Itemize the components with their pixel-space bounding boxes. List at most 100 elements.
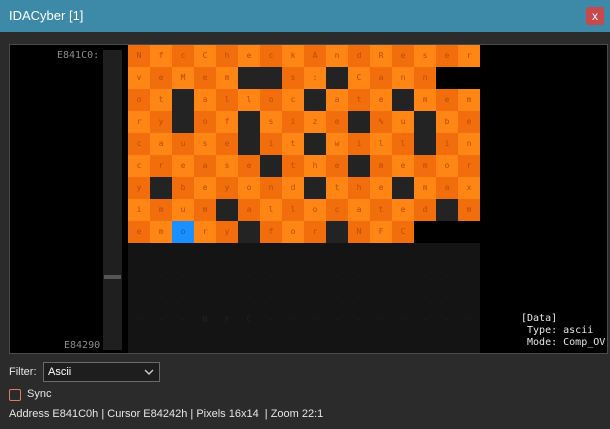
byte-cell[interactable]: l — [282, 199, 304, 221]
byte-cell[interactable] — [216, 199, 238, 221]
byte-cell[interactable]: c — [128, 133, 150, 155]
byte-cell[interactable]: m — [414, 89, 436, 111]
byte-cell[interactable]: e — [194, 67, 216, 89]
byte-cell[interactable] — [458, 67, 480, 89]
byte-cell[interactable]: t — [348, 89, 370, 111]
byte-cell-dim[interactable]: · — [370, 265, 392, 287]
byte-cell-dim[interactable]: · — [238, 287, 260, 309]
byte-cell-dim[interactable]: · — [128, 309, 150, 331]
byte-cell-dim[interactable]: · — [348, 265, 370, 287]
byte-cell[interactable]: y — [216, 177, 238, 199]
byte-cell[interactable]: e — [194, 177, 216, 199]
byte-cell[interactable]: d — [282, 177, 304, 199]
byte-cell-dim[interactable]: · — [458, 287, 480, 309]
byte-cell[interactable]: m — [370, 155, 392, 177]
byte-cell[interactable]: e — [326, 111, 348, 133]
byte-cell[interactable]: b — [172, 177, 194, 199]
filter-dropdown[interactable]: Ascii — [43, 362, 160, 382]
byte-cell-dim[interactable]: · — [282, 309, 304, 331]
byte-cell-dim[interactable]: · — [216, 265, 238, 287]
byte-cell-dim[interactable]: · — [348, 287, 370, 309]
byte-cell[interactable]: s — [260, 111, 282, 133]
byte-cell[interactable]: k — [282, 45, 304, 67]
byte-cell[interactable] — [172, 89, 194, 111]
byte-cell[interactable]: v — [128, 67, 150, 89]
byte-cell[interactable]: t — [282, 133, 304, 155]
byte-cell-dim[interactable]: · — [348, 331, 370, 353]
byte-cell-dim[interactable]: · — [304, 309, 326, 331]
byte-cell[interactable]: d — [414, 199, 436, 221]
byte-cell[interactable]: A — [304, 45, 326, 67]
byte-cell-dim[interactable]: · — [392, 243, 414, 265]
byte-cell[interactable]: e — [436, 45, 458, 67]
byte-cell-dim[interactable]: · — [370, 331, 392, 353]
byte-cell[interactable]: r — [150, 155, 172, 177]
byte-cell[interactable] — [238, 133, 260, 155]
byte-cell[interactable]: R — [370, 45, 392, 67]
byte-cell[interactable]: C — [348, 67, 370, 89]
byte-cell[interactable]: o — [128, 89, 150, 111]
byte-cell[interactable] — [414, 133, 436, 155]
byte-cell-dim[interactable]: · — [370, 243, 392, 265]
byte-cell-dim[interactable]: · — [128, 265, 150, 287]
byte-cell[interactable]: a — [370, 67, 392, 89]
byte-cell[interactable]: : — [304, 67, 326, 89]
byte-cell-dim[interactable]: · — [436, 309, 458, 331]
byte-cell[interactable]: a — [326, 89, 348, 111]
byte-cell[interactable]: u — [392, 111, 414, 133]
byte-cell-dim[interactable]: · — [458, 265, 480, 287]
byte-cell[interactable] — [238, 111, 260, 133]
byte-cell-dim[interactable]: · — [458, 309, 480, 331]
byte-cell[interactable]: a — [348, 199, 370, 221]
byte-cell[interactable]: e — [370, 89, 392, 111]
byte-cell-dim[interactable]: · — [194, 265, 216, 287]
byte-cell-dim[interactable]: · — [150, 243, 172, 265]
byte-cell[interactable]: e — [172, 155, 194, 177]
byte-cell-dim[interactable]: · — [194, 287, 216, 309]
byte-cell[interactable] — [458, 221, 480, 243]
byte-cell-dim[interactable]: · — [436, 331, 458, 353]
byte-cell[interactable]: t — [150, 89, 172, 111]
byte-cell[interactable] — [392, 177, 414, 199]
byte-cell[interactable]: M — [172, 67, 194, 89]
byte-cell[interactable]: z — [304, 111, 326, 133]
byte-cell[interactable]: o — [238, 177, 260, 199]
byte-cell[interactable]: t — [326, 177, 348, 199]
byte-cell[interactable]: l — [216, 89, 238, 111]
byte-cell-dim[interactable]: · — [216, 287, 238, 309]
byte-cell[interactable]: o — [194, 111, 216, 133]
byte-cell-dim[interactable]: · — [370, 287, 392, 309]
byte-cell-dim[interactable]: · — [392, 331, 414, 353]
close-button[interactable]: x — [586, 7, 604, 25]
byte-cell[interactable]: i — [282, 111, 304, 133]
byte-cell[interactable] — [150, 177, 172, 199]
byte-cell-dim[interactable]: · — [172, 309, 194, 331]
byte-cell[interactable]: n — [392, 67, 414, 89]
byte-cell-dim[interactable]: · — [392, 309, 414, 331]
byte-cell[interactable]: i — [260, 133, 282, 155]
byte-cell[interactable] — [238, 221, 260, 243]
byte-cell-dim[interactable]: · — [260, 243, 282, 265]
byte-cell[interactable]: e — [326, 155, 348, 177]
byte-cell[interactable] — [436, 67, 458, 89]
byte-cell[interactable]: s — [216, 155, 238, 177]
byte-cell[interactable]: c — [326, 199, 348, 221]
byte-cell-dim[interactable]: · — [216, 243, 238, 265]
byte-cell-dim[interactable]: · — [260, 287, 282, 309]
byte-cell[interactable]: c — [260, 45, 282, 67]
byte-cell[interactable]: % — [370, 111, 392, 133]
byte-cell-dim[interactable]: · — [172, 265, 194, 287]
byte-cell-dim[interactable]: · — [304, 243, 326, 265]
byte-cell[interactable]: m — [150, 221, 172, 243]
byte-cell[interactable]: e — [128, 221, 150, 243]
byte-cell[interactable] — [304, 177, 326, 199]
byte-cell-dim[interactable]: · — [326, 331, 348, 353]
byte-cell[interactable]: y — [150, 111, 172, 133]
byte-cell[interactable]: o — [172, 221, 194, 243]
byte-cell[interactable]: e — [392, 199, 414, 221]
byte-cell[interactable] — [260, 155, 282, 177]
byte-cell[interactable]: s — [414, 45, 436, 67]
byte-cell[interactable]: a — [238, 199, 260, 221]
byte-cell[interactable]: e — [392, 45, 414, 67]
byte-cell[interactable]: m — [150, 199, 172, 221]
